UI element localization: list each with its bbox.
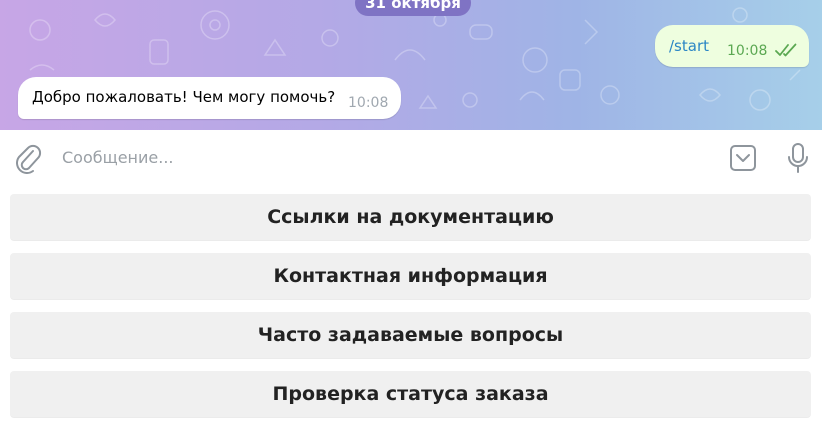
keyboard-button-docs[interactable]: Ссылки на документацию: [10, 194, 811, 240]
paperclip-icon[interactable]: [13, 142, 43, 174]
keyboard-toggle-icon[interactable]: [729, 144, 757, 172]
outgoing-message[interactable]: /start 10:08: [655, 25, 809, 67]
date-badge: 31 октября: [355, 0, 471, 16]
keyboard-button-contacts[interactable]: Контактная информация: [10, 253, 811, 299]
message-time: 10:08: [727, 43, 768, 59]
microphone-icon[interactable]: [786, 142, 810, 174]
keyboard-button-order-status[interactable]: Проверка статуса заказа: [10, 371, 811, 417]
chat-background: 31 октября /start 10:08 Добро пожаловать…: [0, 0, 822, 130]
keyboard-button-faq[interactable]: Часто задаваемые вопросы: [10, 312, 811, 358]
message-text[interactable]: /start: [669, 37, 709, 55]
message-text: Добро пожаловать! Чем могу помочь?: [32, 88, 336, 106]
message-input[interactable]: [62, 144, 702, 170]
double-check-icon: [775, 43, 797, 57]
message-time: 10:08: [348, 95, 389, 111]
incoming-message[interactable]: Добро пожаловать! Чем могу помочь? 10:08: [18, 77, 401, 119]
